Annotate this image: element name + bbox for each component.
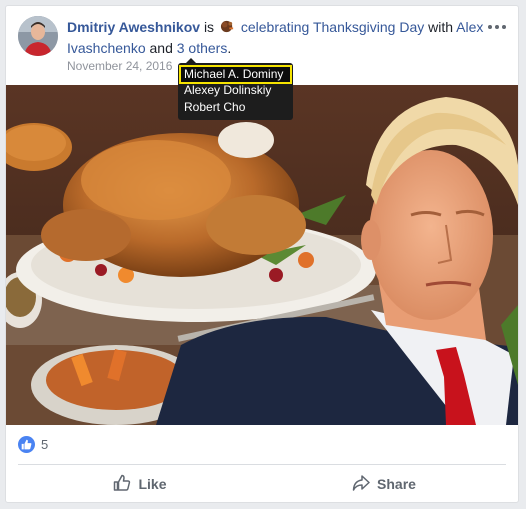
share-arrow-icon (352, 474, 370, 495)
dot-icon (495, 25, 499, 29)
tooltip-name[interactable]: Michael A. Dominy (179, 65, 292, 84)
turkey-icon (220, 19, 235, 39)
like-button[interactable]: Like (18, 468, 262, 500)
post-header: Dmitriy Aweshnikov is celebrating Thanks… (67, 18, 487, 58)
tooltip-arrow (186, 58, 196, 63)
tagged-people-tooltip: Michael A. Dominy Alexey Dolinskiy Rober… (178, 58, 293, 120)
dot-icon (502, 25, 506, 29)
others-link[interactable]: 3 others (177, 40, 228, 56)
and-text: and (149, 40, 173, 56)
activity-text: celebrating Thanksgiving Day (240, 19, 425, 35)
is-text: is (203, 19, 215, 35)
thumbs-up-outline-icon (113, 474, 131, 495)
author-avatar[interactable] (18, 16, 58, 56)
author-name-link[interactable]: Dmitriy Aweshnikov (67, 19, 200, 35)
post-photo[interactable] (6, 85, 518, 425)
share-button[interactable]: Share (262, 468, 506, 500)
more-options-button[interactable] (486, 20, 508, 34)
post-actions: Like Share (18, 468, 506, 500)
reactions-summary[interactable]: 5 (18, 435, 48, 453)
actions-divider (18, 464, 506, 465)
period-text: . (227, 40, 232, 56)
post-card: Dmitriy Aweshnikov is celebrating Thanks… (5, 5, 519, 503)
dot-icon (488, 25, 492, 29)
thumbs-up-icon (18, 435, 35, 453)
tooltip-name[interactable]: Alexey Dolinskiy (178, 82, 293, 99)
share-label: Share (377, 476, 416, 492)
post-date[interactable]: November 24, 2016 (67, 59, 172, 73)
like-label: Like (138, 476, 167, 492)
tooltip-name[interactable]: Robert Cho (178, 99, 293, 116)
with-text: with (428, 19, 454, 35)
reaction-count: 5 (41, 436, 49, 452)
